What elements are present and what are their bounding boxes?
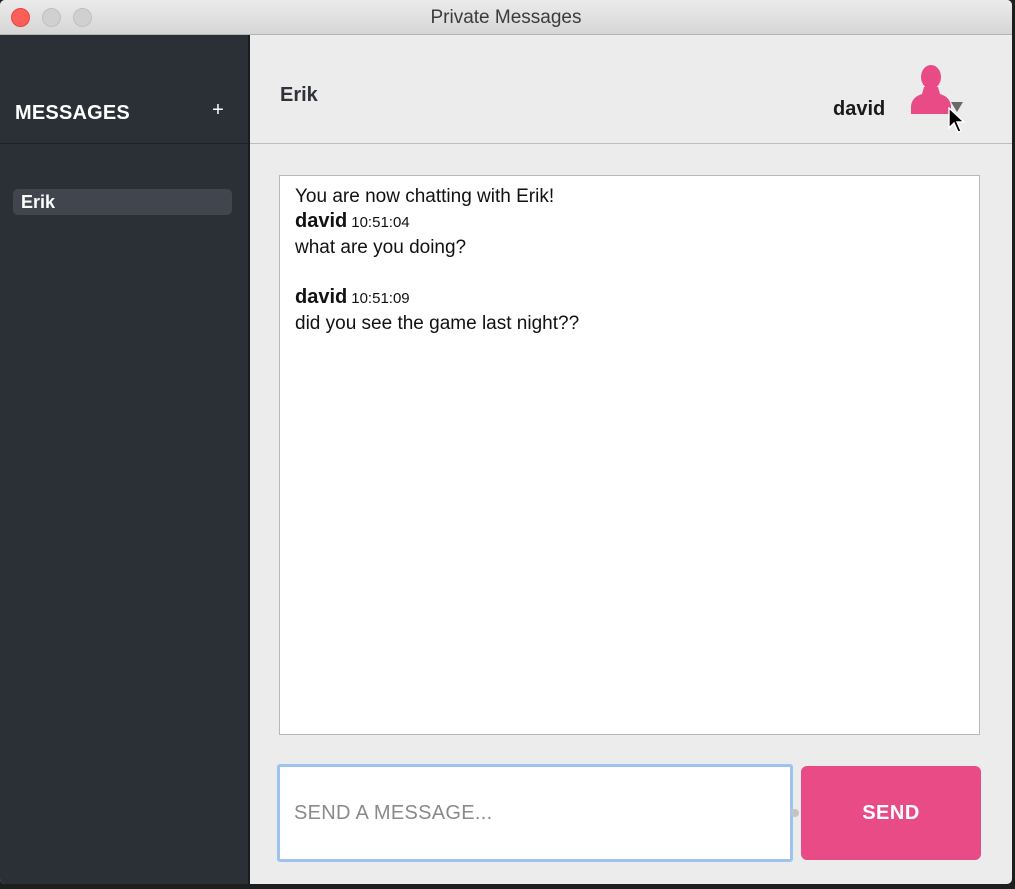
app-window: Private Messages MESSAGES + Erik Erik da… [0,0,1012,884]
sidebar-divider [248,35,250,884]
add-conversation-button[interactable]: + [207,99,229,121]
sidebar: MESSAGES + Erik [0,35,248,884]
conversation-item-erik[interactable]: Erik [13,189,232,215]
sidebar-header: MESSAGES + [0,35,248,144]
message-time: 10:51:04 [351,214,410,231]
contact-name: Erik [280,84,318,106]
sidebar-title: MESSAGES [15,102,130,124]
message-time: 10:51:09 [351,290,410,307]
system-message: You are now chatting with Erik! [295,186,555,207]
title-bar[interactable]: Private Messages [0,0,1012,35]
message-text: what are you doing? [295,237,467,258]
chat-header: Erik david [250,35,1012,144]
message-author: david [295,210,348,232]
message-text: did you see the game last night?? [295,313,580,334]
message-item: david 10:51:04 what are you doing? [295,209,964,260]
current-user-name[interactable]: david [833,98,885,121]
user-silhouette-icon[interactable] [910,64,952,114]
split-handle[interactable] [791,809,799,817]
message-input[interactable] [277,764,793,862]
chat-transcript[interactable]: You are now chatting with Erik! david 10:… [279,175,980,735]
message-item: david 10:51:09 did you see the game last … [295,285,964,336]
window-title: Private Messages [430,7,582,28]
message-author: david [295,286,348,308]
send-button[interactable]: SEND [801,766,981,860]
mouse-cursor-icon [948,107,965,133]
